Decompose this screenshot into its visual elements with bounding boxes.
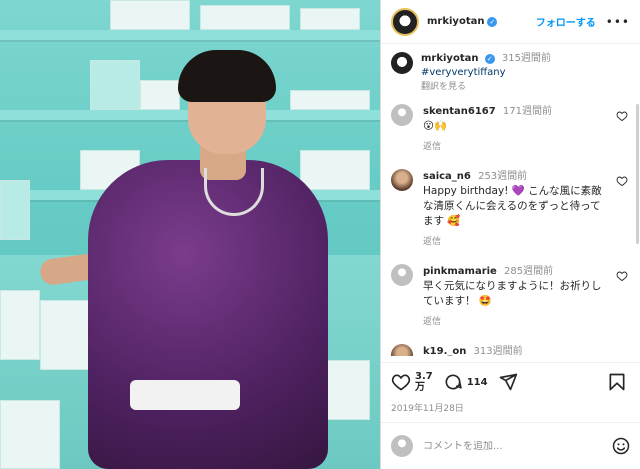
header-username[interactable]: mrkiyotan [427, 16, 484, 27]
verified-icon: ✓ [487, 16, 498, 27]
like-comment-heart-icon[interactable] [616, 175, 628, 187]
avatar [391, 435, 413, 457]
more-options-icon[interactable]: ••• [606, 15, 630, 29]
product-box [300, 150, 370, 190]
reply-button[interactable]: 返信 [423, 315, 609, 330]
avatar[interactable] [391, 264, 413, 286]
reply-button[interactable]: 返信 [423, 140, 609, 155]
post-header: mrkiyotan ✓ フォローする ••• [381, 0, 640, 44]
product-box [300, 8, 360, 30]
avatar[interactable] [391, 7, 419, 36]
comment: k19._on 313週間前 [391, 344, 630, 356]
avatar[interactable] [391, 104, 413, 126]
reply-button[interactable]: 返信 [423, 235, 609, 250]
verified-icon: ✓ [484, 54, 495, 64]
comment-bubble-icon[interactable] [443, 372, 463, 392]
post-date: 2019年11月28日 [391, 404, 464, 414]
add-comment-bar [381, 422, 640, 469]
scrollbar[interactable] [636, 104, 639, 244]
product-box [290, 90, 370, 110]
avatar[interactable] [391, 169, 413, 191]
product-box [110, 0, 190, 30]
share-icon[interactable] [498, 372, 518, 392]
product-box [40, 300, 90, 370]
post-panel: mrkiyotan ✓ フォローする ••• mrkiyotan ✓ 315週間… [380, 0, 640, 469]
person-shirt [130, 380, 240, 410]
comment-username[interactable]: skentan6167 [423, 106, 496, 117]
comments-count: 114 [466, 376, 488, 388]
product-box [90, 60, 140, 110]
comment-username[interactable]: saica_n6 [423, 171, 471, 182]
post-actions: 3.7 万 114 2019年11月28日 [381, 362, 640, 422]
hashtag-link[interactable]: #veryverytiffany [421, 66, 551, 80]
comment-username[interactable]: pinkmamarie [423, 266, 497, 277]
caption-username[interactable]: mrkiyotan [421, 53, 478, 64]
comments-feed[interactable]: mrkiyotan ✓ 315週間前 #veryverytiffany 翻訳を見… [381, 44, 640, 356]
comment-text: 😮🙌 [423, 120, 448, 132]
post-photo[interactable] [0, 0, 380, 469]
comment-time: 253週間前 [478, 171, 528, 182]
bookmark-icon[interactable] [607, 372, 627, 392]
product-box [0, 290, 40, 360]
emoji-icon[interactable] [611, 436, 631, 456]
comment: saica_n6 253週間前 Happy birthday! 💜 こんな風に素… [391, 169, 630, 250]
product-box [0, 180, 30, 240]
caption: mrkiyotan ✓ 315週間前 #veryverytiffany 翻訳を見… [391, 52, 630, 94]
instagram-post: mrkiyotan ✓ フォローする ••• mrkiyotan ✓ 315週間… [0, 0, 640, 469]
product-box [0, 400, 60, 469]
comment-username[interactable]: k19._on [423, 346, 466, 356]
follow-button[interactable]: フォローする [536, 14, 596, 29]
comment-input[interactable] [423, 440, 593, 452]
like-heart-icon[interactable] [391, 372, 411, 392]
likes-count[interactable]: 3.7 万 [415, 371, 433, 393]
like-comment-heart-icon[interactable] [616, 110, 628, 122]
comment: skentan6167 171週間前 😮🙌 返信 [391, 104, 630, 155]
comment-text: 早く元気になりますように！お祈りしています！ 🤩 [423, 280, 602, 307]
avatar[interactable] [391, 344, 413, 356]
comment-time: 313週間前 [473, 346, 523, 356]
translate-link[interactable]: 翻訳を見る [421, 80, 551, 94]
comment-text: Happy birthday! 💜 こんな風に素敵な清原くんに会えるのをずっと待… [423, 185, 602, 227]
product-box [200, 5, 290, 30]
person-jacket [88, 160, 328, 469]
comment-time: 171週間前 [502, 106, 552, 117]
shelf [0, 30, 380, 40]
comment-time: 285週間前 [504, 266, 554, 277]
person-hair [178, 50, 276, 102]
comment: pinkmamarie 285週間前 早く元気になりますように！お祈りしています… [391, 264, 630, 330]
caption-time: 315週間前 [501, 53, 551, 64]
like-comment-heart-icon[interactable] [616, 270, 628, 282]
avatar[interactable] [391, 52, 413, 74]
product-box [140, 80, 180, 110]
